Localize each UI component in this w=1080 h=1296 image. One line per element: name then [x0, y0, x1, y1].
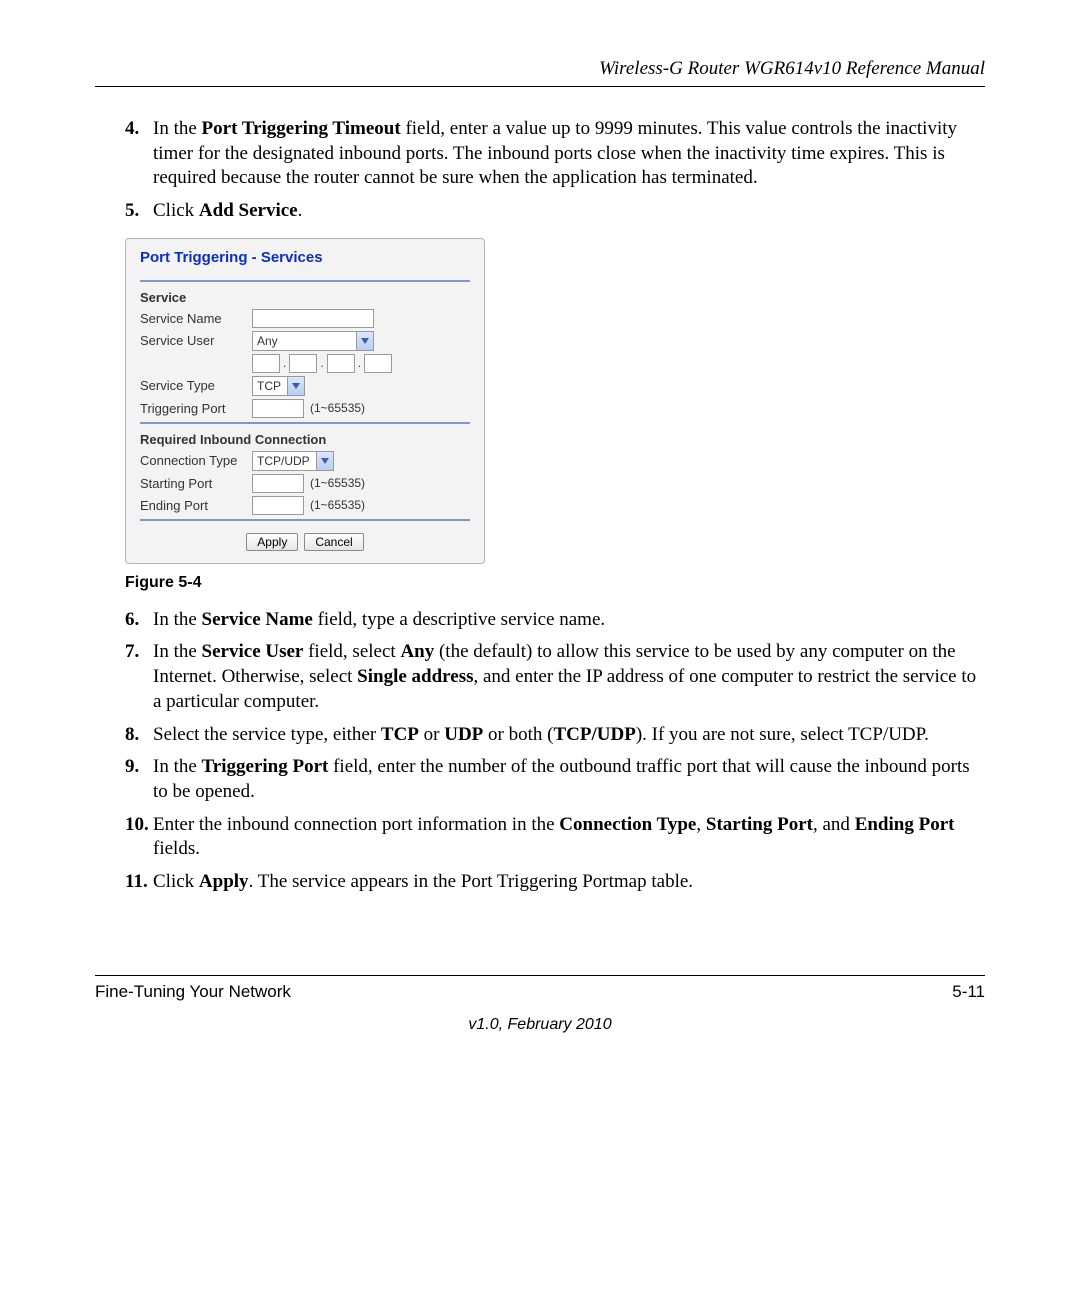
- footer-version: v1.0, February 2010: [95, 1016, 985, 1034]
- step-4: 4. In the Port Triggering Timeout field,…: [125, 117, 985, 191]
- port-triggering-panel: Port Triggering - Services Service Servi…: [125, 238, 485, 564]
- instruction-list-cont: 6. In the Service Name field, type a des…: [95, 608, 985, 895]
- connection-type-label: Connection Type: [140, 453, 252, 468]
- service-section-label: Service: [140, 290, 470, 305]
- cancel-button[interactable]: Cancel: [304, 533, 363, 551]
- step-7: 7. In the Service User field, select Any…: [125, 640, 985, 714]
- service-type-select[interactable]: TCP: [252, 376, 305, 396]
- step-number: 11.: [125, 870, 153, 895]
- step-number: 6.: [125, 608, 153, 633]
- service-user-select[interactable]: Any: [252, 331, 374, 351]
- step-text: In the Port Triggering Timeout field, en…: [153, 117, 985, 191]
- service-type-label: Service Type: [140, 378, 252, 393]
- starting-port-label: Starting Port: [140, 476, 252, 491]
- service-name-row: Service Name: [140, 309, 470, 328]
- triggering-port-input[interactable]: [252, 399, 304, 418]
- step-6: 6. In the Service Name field, type a des…: [125, 608, 985, 633]
- ip-octet-3[interactable]: [327, 354, 355, 373]
- step-number: 5.: [125, 199, 153, 224]
- page-number: 5-11: [952, 982, 985, 1002]
- step-number: 4.: [125, 117, 153, 191]
- ending-port-input[interactable]: [252, 496, 304, 515]
- step-number: 10.: [125, 813, 153, 862]
- port-range-hint: (1~65535): [310, 476, 365, 490]
- step-number: 7.: [125, 640, 153, 714]
- step-text: In the Service Name field, type a descri…: [153, 608, 985, 633]
- step-text: Enter the inbound connection port inform…: [153, 813, 985, 862]
- figure-5-4: Port Triggering - Services Service Servi…: [125, 238, 985, 564]
- step-number: 9.: [125, 755, 153, 804]
- connection-type-row: Connection Type TCP/UDP: [140, 451, 470, 471]
- step-5: 5. Click Add Service.: [125, 199, 985, 224]
- header-rule: [95, 86, 985, 87]
- apply-button[interactable]: Apply: [246, 533, 298, 551]
- section-divider: [140, 519, 470, 521]
- step-text: Click Add Service.: [153, 199, 985, 224]
- connection-type-select[interactable]: TCP/UDP: [252, 451, 334, 471]
- section-divider: [140, 422, 470, 424]
- button-row: Apply Cancel: [140, 533, 470, 551]
- step-text: Select the service type, either TCP or U…: [153, 723, 985, 748]
- ip-octet-4[interactable]: [364, 354, 392, 373]
- panel-title: Port Triggering - Services: [140, 249, 470, 266]
- step-11: 11. Click Apply. The service appears in …: [125, 870, 985, 895]
- starting-port-row: Starting Port (1~65535): [140, 474, 470, 493]
- step-number: 8.: [125, 723, 153, 748]
- footer-rule: [95, 975, 985, 976]
- step-text: Click Apply. The service appears in the …: [153, 870, 985, 895]
- footer-section: Fine-Tuning Your Network: [95, 982, 291, 1002]
- step-text: In the Triggering Port field, enter the …: [153, 755, 985, 804]
- chevron-down-icon: [316, 452, 333, 470]
- service-name-input[interactable]: [252, 309, 374, 328]
- step-text: In the Service User field, select Any (t…: [153, 640, 985, 714]
- step-9: 9. In the Triggering Port field, enter t…: [125, 755, 985, 804]
- service-name-label: Service Name: [140, 311, 252, 326]
- service-type-row: Service Type TCP: [140, 376, 470, 396]
- ending-port-label: Ending Port: [140, 498, 252, 513]
- chevron-down-icon: [287, 377, 304, 395]
- service-user-label: Service User: [140, 333, 252, 348]
- port-range-hint: (1~65535): [310, 401, 365, 415]
- step-10: 10. Enter the inbound connection port in…: [125, 813, 985, 862]
- ip-octet-2[interactable]: [289, 354, 317, 373]
- triggering-port-label: Triggering Port: [140, 401, 252, 416]
- ending-port-row: Ending Port (1~65535): [140, 496, 470, 515]
- service-user-row: Service User Any: [140, 331, 470, 351]
- ip-row: . . .: [140, 354, 470, 373]
- instruction-list: 4. In the Port Triggering Timeout field,…: [95, 117, 985, 224]
- inbound-section-label: Required Inbound Connection: [140, 432, 470, 447]
- step-8: 8. Select the service type, either TCP o…: [125, 723, 985, 748]
- triggering-port-row: Triggering Port (1~65535): [140, 399, 470, 418]
- section-divider: [140, 280, 470, 282]
- figure-caption: Figure 5-4: [125, 574, 985, 592]
- document-header: Wireless-G Router WGR614v10 Reference Ma…: [95, 58, 985, 80]
- port-range-hint: (1~65535): [310, 498, 365, 512]
- chevron-down-icon: [356, 332, 373, 350]
- ip-octet-1[interactable]: [252, 354, 280, 373]
- starting-port-input[interactable]: [252, 474, 304, 493]
- footer-line: Fine-Tuning Your Network 5-11: [95, 982, 985, 1002]
